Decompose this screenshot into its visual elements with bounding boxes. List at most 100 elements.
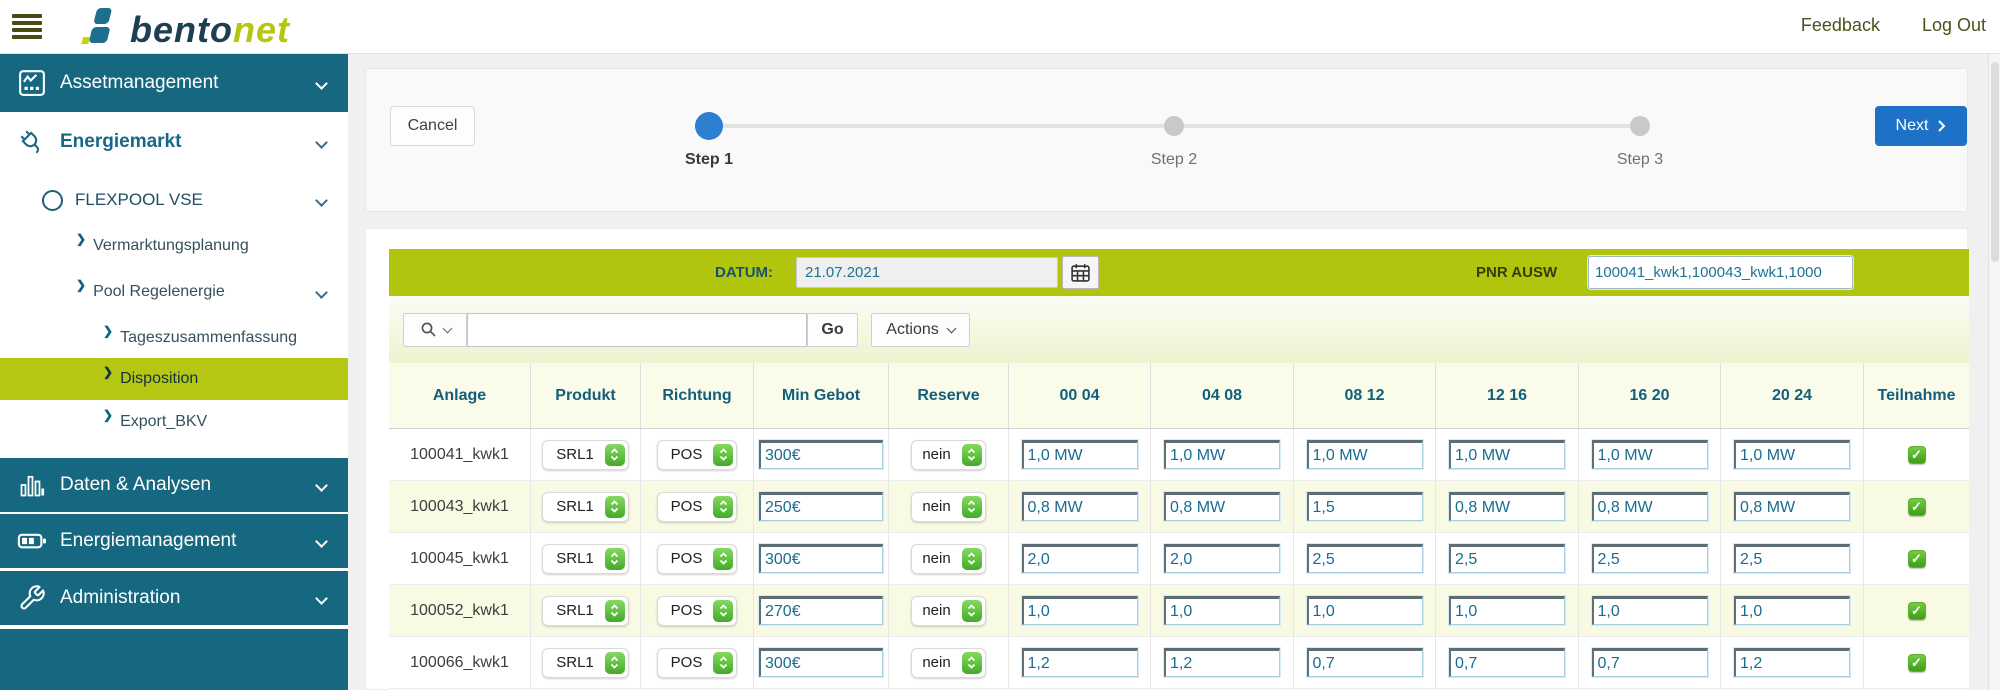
slot-00-04-input[interactable]	[1022, 440, 1138, 469]
teilnahme-checkbox[interactable]: ✓	[1908, 602, 1926, 620]
slot-08-12-input[interactable]	[1307, 648, 1423, 677]
chevron-down-icon	[315, 77, 328, 90]
go-button[interactable]: Go	[807, 313, 858, 347]
min-gebot-input[interactable]	[759, 440, 883, 469]
slot-12-16-input[interactable]	[1449, 648, 1565, 677]
hamburger-menu-icon[interactable]	[12, 11, 52, 43]
sidebar-item-energiemarkt[interactable]: Energiemarkt	[0, 120, 348, 164]
min-gebot-cell	[754, 429, 889, 480]
brand-logo[interactable]: bentonet	[78, 5, 290, 54]
slot-12-16-input[interactable]	[1449, 544, 1565, 573]
reserve-select[interactable]: nein	[911, 544, 985, 574]
slot-00-04-input[interactable]	[1022, 648, 1138, 677]
richtung-select[interactable]: POS	[657, 596, 738, 626]
slot-16-20-cell	[1579, 637, 1721, 688]
min-gebot-input[interactable]	[759, 492, 883, 521]
produkt-select[interactable]: SRL1	[542, 492, 629, 522]
sidebar-item-flexpool-vse[interactable]: FLEXPOOL VSE	[0, 182, 348, 218]
feedback-link[interactable]: Feedback	[1801, 15, 1880, 36]
slot-04-08-input[interactable]	[1164, 544, 1280, 573]
scrollbar-thumb[interactable]	[1991, 62, 1999, 262]
teilnahme-checkbox[interactable]: ✓	[1908, 446, 1926, 464]
slot-08-12-input[interactable]	[1307, 440, 1423, 469]
teilnahme-checkbox[interactable]: ✓	[1908, 550, 1926, 568]
column-header: Produkt	[531, 363, 641, 428]
produkt-select[interactable]: SRL1	[542, 440, 629, 470]
search-options-button[interactable]	[403, 313, 467, 347]
slot-20-24-input[interactable]	[1734, 648, 1850, 677]
min-gebot-input[interactable]	[759, 596, 883, 625]
vertical-scrollbar[interactable]	[1988, 54, 2000, 690]
sidebar-item-energiemanagement[interactable]: Energiemanagement	[0, 514, 348, 568]
sidebar-item-label: Daten & Analysen	[60, 474, 211, 496]
slot-16-20-input[interactable]	[1592, 596, 1708, 625]
sidebar-item-vermarktungsplanung[interactable]: ❯ Vermarktungsplanung	[0, 230, 348, 262]
search-input[interactable]	[467, 313, 807, 347]
logout-link[interactable]: Log Out	[1922, 15, 1986, 36]
slot-08-12-input[interactable]	[1307, 596, 1423, 625]
filter-bar: DATUM: PNR AUSW	[389, 249, 1969, 296]
slot-16-20-input[interactable]	[1592, 544, 1708, 573]
produkt-select[interactable]: SRL1	[542, 596, 629, 626]
slot-12-16-input[interactable]	[1449, 440, 1565, 469]
slot-12-16-input[interactable]	[1449, 492, 1565, 521]
slot-04-08-input[interactable]	[1164, 648, 1280, 677]
reserve-select[interactable]: nein	[911, 440, 985, 470]
table-row: 100052_kwk1 SRL1 POS nein	[389, 585, 1969, 637]
sidebar-item-assetmanagement[interactable]: Assetmanagement	[0, 54, 348, 112]
produkt-select[interactable]: SRL1	[542, 648, 629, 678]
slot-20-24-input[interactable]	[1734, 440, 1850, 469]
slot-04-08-cell	[1151, 533, 1294, 584]
select-stepper-icon	[605, 600, 625, 622]
produkt-select[interactable]: SRL1	[542, 544, 629, 574]
teilnahme-checkbox[interactable]: ✓	[1908, 498, 1926, 516]
reserve-select[interactable]: nein	[911, 596, 985, 626]
slot-20-24-input[interactable]	[1734, 596, 1850, 625]
sidebar-item-export-bkv[interactable]: ❯ Export_BKV	[0, 406, 348, 438]
slot-16-20-input[interactable]	[1592, 648, 1708, 677]
slot-04-08-input[interactable]	[1164, 440, 1280, 469]
datum-label: DATUM:	[715, 264, 773, 281]
slot-08-12-cell	[1294, 637, 1436, 688]
reserve-select[interactable]: nein	[911, 648, 985, 678]
angle-right-icon: ❯	[103, 365, 113, 379]
pnr-ausw-input[interactable]	[1588, 256, 1853, 289]
sidebar-item-pool-regelenergie[interactable]: ❯ Pool Regelenergie	[0, 276, 348, 308]
slot-04-08-input[interactable]	[1164, 492, 1280, 521]
step-1-dot[interactable]	[695, 112, 723, 140]
angle-right-icon: ❯	[76, 278, 86, 292]
slot-08-12-input[interactable]	[1307, 544, 1423, 573]
table-row: 100043_kwk1 SRL1 POS nein	[389, 481, 1969, 533]
richtung-select[interactable]: POS	[657, 440, 738, 470]
slot-00-04-input[interactable]	[1022, 492, 1138, 521]
richtung-select[interactable]: POS	[657, 544, 738, 574]
slot-08-12-input[interactable]	[1307, 492, 1423, 521]
cancel-button[interactable]: Cancel	[390, 106, 475, 146]
slot-16-20-input[interactable]	[1592, 440, 1708, 469]
sidebar-item-disposition-active[interactable]: ❯ Disposition	[0, 358, 348, 400]
datum-input[interactable]	[796, 257, 1058, 288]
sidebar-item-daten-analysen[interactable]: Daten & Analysen	[0, 458, 348, 512]
step-2-dot[interactable]	[1164, 116, 1184, 136]
richtung-select[interactable]: POS	[657, 492, 738, 522]
min-gebot-input[interactable]	[759, 544, 883, 573]
slot-00-04-input[interactable]	[1022, 544, 1138, 573]
richtung-select[interactable]: POS	[657, 648, 738, 678]
actions-menu-button[interactable]: Actions	[871, 313, 970, 347]
column-header: Anlage	[389, 363, 531, 428]
slot-16-20-input[interactable]	[1592, 492, 1708, 521]
slot-20-24-input[interactable]	[1734, 492, 1850, 521]
step-3-dot[interactable]	[1630, 116, 1650, 136]
calendar-button[interactable]	[1062, 256, 1099, 289]
next-button[interactable]: Next	[1875, 106, 1967, 146]
reserve-select[interactable]: nein	[911, 492, 985, 522]
slot-00-04-input[interactable]	[1022, 596, 1138, 625]
slot-20-24-input[interactable]	[1734, 544, 1850, 573]
sidebar-item-tageszusammenfassung[interactable]: ❯ Tageszusammenfassung	[0, 322, 348, 354]
slot-04-08-input[interactable]	[1164, 596, 1280, 625]
teilnahme-checkbox[interactable]: ✓	[1908, 654, 1926, 672]
anlage-value: 100066_kwk1	[410, 654, 509, 672]
sidebar-item-administration[interactable]: Administration	[0, 571, 348, 625]
min-gebot-input[interactable]	[759, 648, 883, 677]
slot-12-16-input[interactable]	[1449, 596, 1565, 625]
